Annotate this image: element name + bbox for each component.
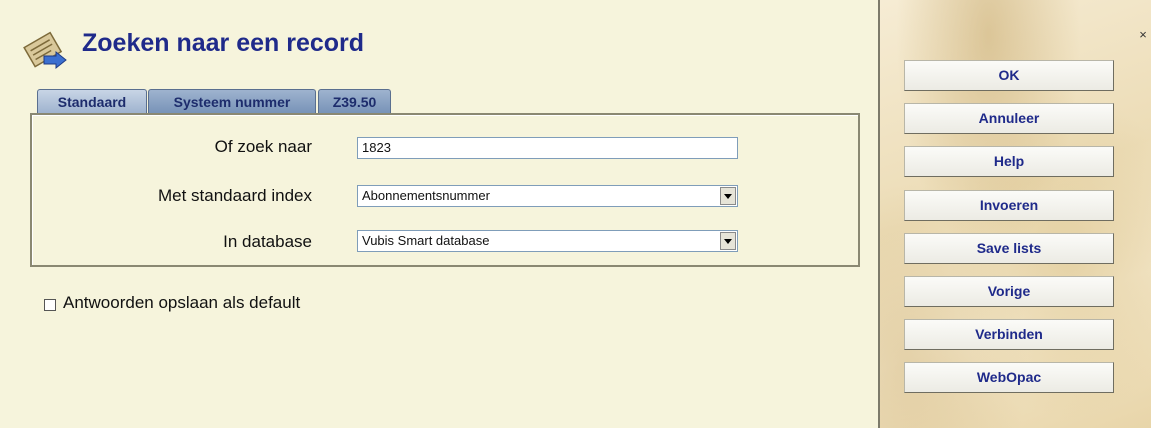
dialog-main: Zoeken naar een record Standaard Systeem…: [0, 0, 878, 428]
save-default-checkbox[interactable]: [44, 299, 56, 311]
index-select[interactable]: Abonnementsnummer: [357, 185, 738, 207]
index-label: Met standaard index: [157, 186, 312, 205]
chevron-down-icon[interactable]: [720, 187, 736, 205]
tab-systeem-nummer[interactable]: Systeem nummer: [148, 89, 316, 113]
search-input[interactable]: 1823: [357, 137, 738, 159]
tab-standaard[interactable]: Standaard: [37, 89, 147, 113]
search-label: Of zoek naar: [214, 137, 312, 156]
search-form-panel: Of zoek naar 1823 Met standaard index Ab…: [30, 113, 860, 267]
page-title: Zoeken naar een record: [82, 29, 365, 57]
search-records-icon: [22, 28, 70, 72]
close-icon[interactable]: ×: [1137, 28, 1149, 41]
save-default-label: Antwoorden opslaan als default: [63, 293, 301, 312]
database-select-value: Vubis Smart database: [362, 233, 490, 248]
previous-button[interactable]: Vorige: [904, 276, 1114, 307]
ok-button[interactable]: OK: [904, 60, 1114, 91]
database-select[interactable]: Vubis Smart database: [357, 230, 738, 252]
tab-z3950[interactable]: Z39.50: [318, 89, 391, 113]
database-label: In database: [223, 232, 312, 251]
index-select-value: Abonnementsnummer: [362, 188, 490, 203]
save-lists-button[interactable]: Save lists: [904, 233, 1114, 264]
help-button[interactable]: Help: [904, 146, 1114, 177]
enter-button[interactable]: Invoeren: [904, 190, 1114, 221]
webopac-button[interactable]: WebOpac: [904, 362, 1114, 393]
chevron-down-icon[interactable]: [720, 232, 736, 250]
connect-button[interactable]: Verbinden: [904, 319, 1114, 350]
cancel-button[interactable]: Annuleer: [904, 103, 1114, 134]
